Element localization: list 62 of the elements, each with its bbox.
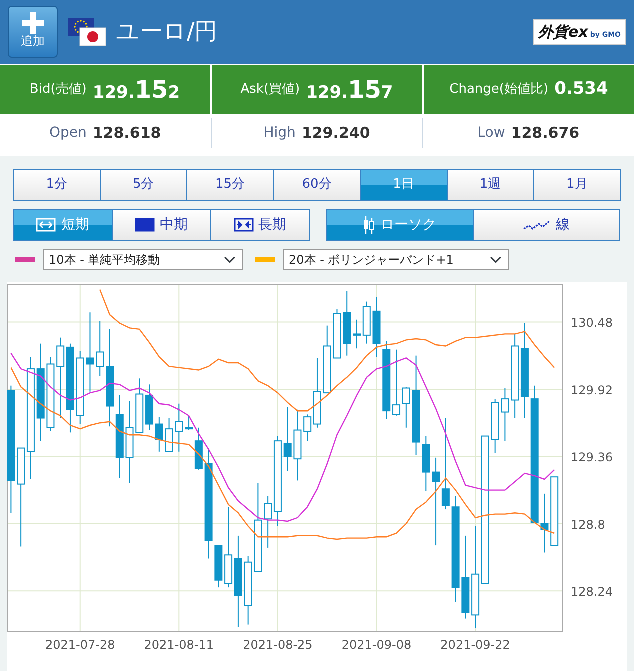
candlestick	[343, 290, 352, 356]
candlestick	[323, 325, 332, 394]
add-button[interactable]: 追加	[8, 6, 58, 58]
timeframe-tab[interactable]: 60分	[274, 170, 361, 200]
candlestick	[244, 556, 252, 626]
indicator-select[interactable]: 10本 - 単純平均移動	[43, 249, 243, 270]
stat-label: Low	[478, 124, 506, 142]
stat-value: 128.618	[92, 122, 162, 144]
candlestick	[550, 476, 559, 546]
candlestick	[175, 403, 184, 452]
brand-name: 外貨ex	[538, 22, 588, 43]
square-icon	[135, 218, 155, 232]
timeframe-tab[interactable]: 1月	[534, 170, 620, 200]
quote-label: Ask(買値)	[240, 80, 300, 99]
candlestick	[165, 418, 174, 452]
candlestick	[372, 296, 381, 358]
candlestick	[136, 378, 144, 434]
quote-price: 129.152	[92, 74, 180, 106]
period-tab[interactable]: 中期	[112, 210, 212, 240]
axis-label: 128.8	[571, 518, 606, 532]
timeframe-tab[interactable]: 1週	[448, 170, 534, 200]
quote-price: 0.534	[554, 78, 608, 101]
candlestick	[422, 436, 430, 492]
period-tab[interactable]: 長期	[211, 210, 310, 240]
axis-label: 2021-08-25	[243, 638, 313, 652]
axis-label: 130.48	[571, 316, 613, 330]
compress-arrows-icon	[234, 218, 254, 232]
candlestick	[333, 308, 342, 359]
candlestick	[155, 416, 164, 452]
axis-label: 2021-07-28	[45, 638, 116, 652]
candlestick	[540, 493, 549, 554]
stat-label: Open	[49, 124, 87, 142]
stat-value: 129.240	[302, 122, 370, 144]
candlestick	[146, 384, 154, 431]
timeframe-tab[interactable]: 1分	[14, 170, 101, 200]
timeframe-tab[interactable]: 5分	[100, 170, 188, 200]
candlestick	[362, 301, 371, 344]
axis-label: 129.36	[571, 450, 613, 465]
axis-label: 2021-09-08	[342, 638, 412, 652]
candlestick	[501, 388, 510, 442]
chart-type-tab[interactable]: 線	[474, 210, 619, 240]
indicator-select[interactable]: 20本 - ボリンジャーバンド+1	[283, 249, 509, 270]
quote-label: Bid(売値)	[30, 80, 87, 99]
timeframe-tab[interactable]: 15分	[187, 170, 274, 200]
line-chart-icon	[522, 218, 551, 232]
expand-arrows-icon	[36, 218, 56, 232]
pair-title: ユーロ/円	[116, 18, 218, 47]
quote-price: 129.157	[306, 74, 394, 106]
candlestick-icon	[363, 215, 376, 235]
quote-label: Change(始値比)	[450, 80, 549, 99]
candlestick	[353, 319, 361, 350]
candlestick	[284, 406, 292, 472]
candlestick	[96, 320, 104, 377]
candlestick	[491, 398, 500, 454]
candlestick	[214, 545, 223, 588]
stat-label: High	[264, 124, 296, 142]
stat-value: 128.676	[511, 122, 580, 144]
axis-label: 128.24	[571, 585, 613, 600]
axis-label: 129.92	[571, 383, 613, 398]
plus-icon	[21, 11, 45, 35]
axis-label: 2021-09-22	[440, 638, 510, 652]
axis-label: 2021-08-11	[144, 638, 214, 652]
